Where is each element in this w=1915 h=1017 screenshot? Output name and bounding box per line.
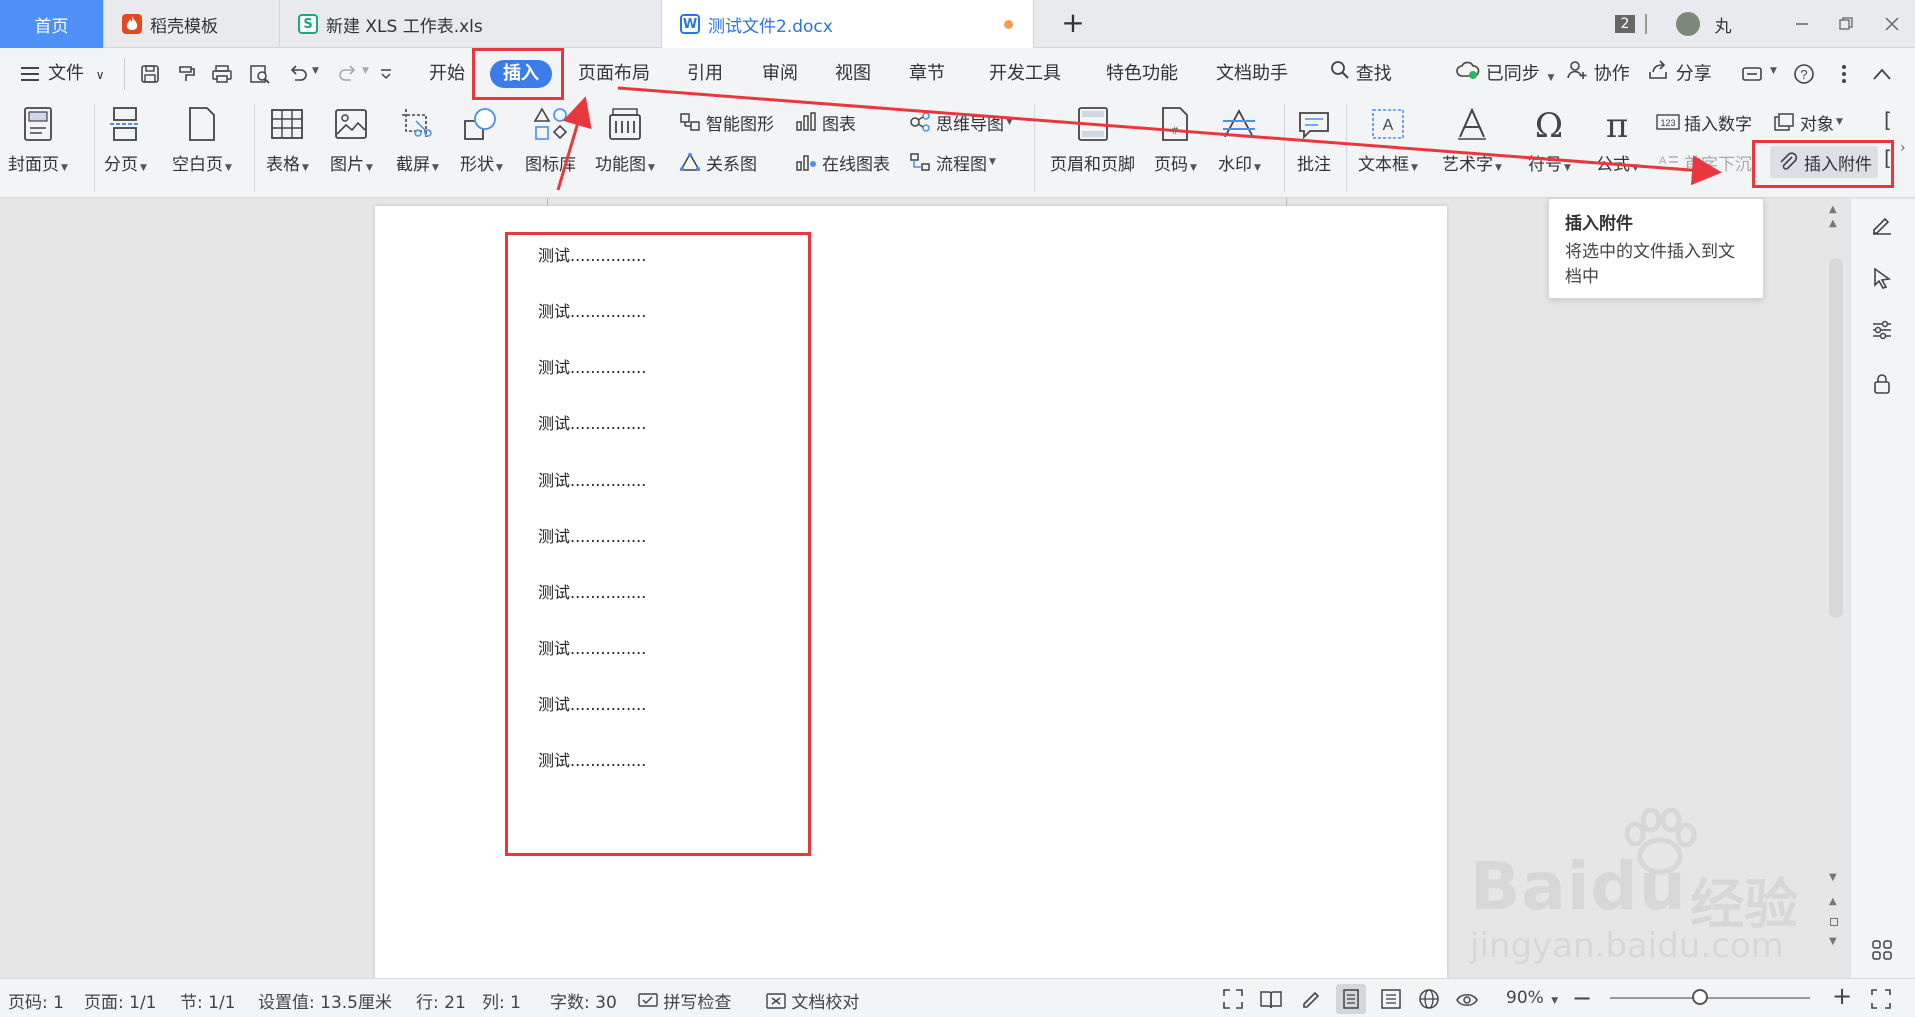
annotation-arrow-right: [617, 86, 1722, 186]
annotation-arrows: [556, 86, 1722, 191]
annotation-arrow-up: [556, 96, 592, 191]
